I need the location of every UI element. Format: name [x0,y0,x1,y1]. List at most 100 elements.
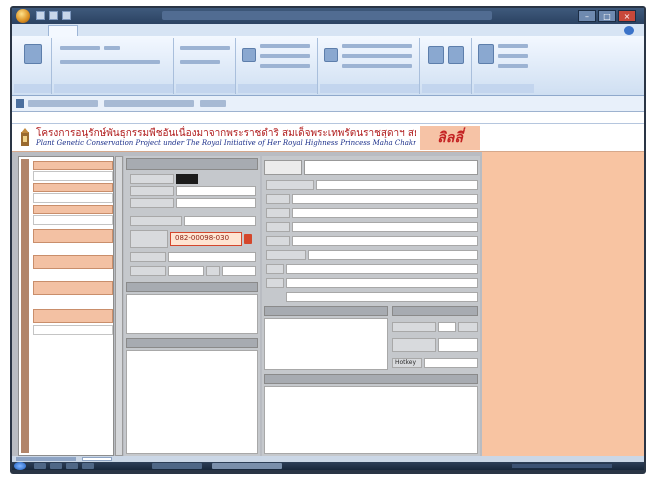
tab-acrobat[interactable] [202,25,232,36]
redo-icon[interactable] [62,11,71,20]
rich-text-row[interactable] [180,60,220,64]
font-name-box[interactable] [60,46,100,50]
nav-value-2[interactable] [33,193,113,203]
detail-value-2[interactable] [292,194,478,204]
info-label-1 [392,322,436,332]
sort-icon[interactable] [324,48,338,62]
document-tab-1[interactable] [28,100,98,107]
new-record-item[interactable] [260,44,310,48]
delete-record-item[interactable] [260,64,310,68]
nav-value-3[interactable] [33,215,113,225]
detail-label-5 [266,236,290,246]
plant-name-value[interactable] [304,160,478,175]
field-value-5[interactable] [168,252,256,262]
field-label-5 [130,252,166,262]
nav-header-7[interactable] [33,309,113,323]
document-tab-2[interactable] [104,100,194,107]
hotkey-value[interactable] [424,358,478,368]
find-icon[interactable] [478,44,494,64]
subform-area[interactable] [264,318,388,370]
ribbon-tab-bar [12,24,644,36]
detail-label-3 [266,208,290,218]
code-value: 082-00098-030 [175,234,230,242]
mid-text-area[interactable] [126,294,258,334]
taskbar-app-icon[interactable] [82,463,94,469]
size-to-fit-icon[interactable] [428,46,444,64]
alignment-row[interactable] [180,46,230,50]
toggle-filter-item[interactable] [342,64,412,68]
field-value-7[interactable] [222,266,256,276]
office-button-icon[interactable] [16,9,30,23]
detail-value-7[interactable] [286,264,478,274]
taskbar-active-window[interactable] [212,463,282,469]
field-value-6[interactable] [168,266,204,276]
nav-header-4[interactable] [33,229,113,243]
tab-create[interactable] [82,25,110,36]
taskbar-ie-icon[interactable] [34,463,46,469]
view-icon[interactable] [24,44,42,64]
tab-home[interactable] [48,25,78,36]
nav-scrollbar[interactable] [115,156,123,456]
clock [624,463,640,469]
detail-value-4[interactable] [292,222,478,232]
detail-value-5[interactable] [292,236,478,246]
taskbar-media-icon[interactable] [66,463,78,469]
field-label-3 [130,198,174,208]
detail-value-3[interactable] [292,208,478,218]
note-area[interactable] [126,350,258,454]
select-item[interactable] [498,64,528,68]
field-value-3[interactable] [176,198,256,208]
detail-label-6 [266,250,306,260]
detail-value-9[interactable] [286,292,478,302]
info-value-1[interactable] [438,322,456,332]
close-button[interactable]: × [618,10,636,22]
nav-header-5[interactable] [33,255,113,269]
banner-title-th: โครงการอนุรักษ์พันธุกรรมพืชอันเนื่องมาจา… [36,128,416,138]
bottom-header [264,374,478,384]
start-button-icon[interactable] [14,462,26,470]
field-value-dark[interactable] [176,174,198,184]
tab-external-data[interactable] [114,25,154,36]
code-field[interactable]: 082-00098-030 [170,232,242,246]
switch-windows-icon[interactable] [448,46,464,64]
taskbar-access-window[interactable] [152,463,202,469]
taskbar-folder-icon[interactable] [50,463,62,469]
undo-icon[interactable] [49,11,58,20]
maximize-button[interactable]: □ [598,10,616,22]
save-record-item[interactable] [260,54,310,58]
save-icon[interactable] [36,11,45,20]
ribbon-group-label [54,84,173,93]
nav-value-1[interactable] [33,171,113,181]
field-value-2[interactable] [176,186,256,196]
edit-icon[interactable] [244,234,252,244]
document-tab-3[interactable] [200,100,226,107]
refresh-icon[interactable] [242,48,256,62]
bottom-area[interactable] [264,386,478,454]
detail-value-8[interactable] [286,278,478,288]
tab-database-tools[interactable] [158,25,198,36]
font-size-box[interactable] [104,46,120,50]
title-bar: – □ × [12,8,644,24]
minimize-button[interactable]: – [578,10,596,22]
taskbar [12,462,644,470]
info-header [392,306,478,316]
field-value-4[interactable] [184,216,256,226]
form-header-banner: โครงการอนุรักษ์พันธุกรรมพืชอันเนื่องมาจา… [12,124,644,152]
record-search-box[interactable] [82,457,112,461]
ribbon-group-label [238,84,317,93]
detail-value-1[interactable] [316,180,478,190]
help-icon[interactable] [624,26,634,35]
nav-header-6[interactable] [33,281,113,295]
selection-item[interactable] [342,44,412,48]
font-format-row[interactable] [60,60,160,64]
replace-item[interactable] [498,44,528,48]
record-nav-buttons[interactable] [16,457,76,461]
goto-item[interactable] [498,54,528,58]
advanced-item[interactable] [342,54,412,58]
info-value-2[interactable] [438,338,478,352]
nav-pane-toggle-icon[interactable] [16,99,24,108]
record-navigation-list [18,156,114,456]
ribbon-group-sort-filter [320,38,420,94]
detail-label-2 [266,194,290,204]
detail-value-6[interactable] [308,250,478,260]
